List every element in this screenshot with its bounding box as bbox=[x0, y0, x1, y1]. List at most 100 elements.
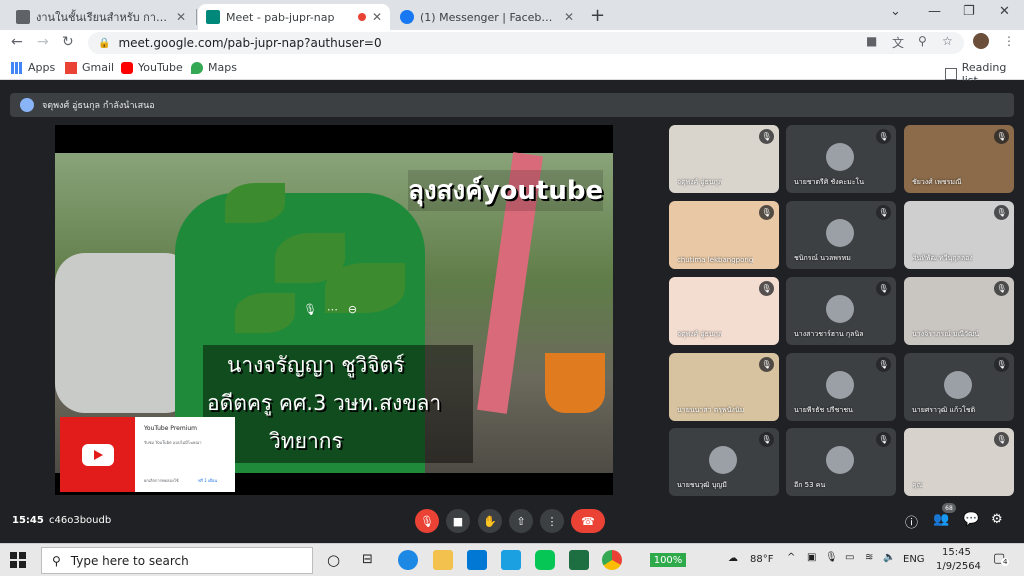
ad-title: YouTube Premium bbox=[144, 425, 198, 432]
close-window-button[interactable]: ✕ bbox=[999, 4, 1010, 19]
profile-avatar[interactable] bbox=[973, 33, 989, 49]
participant-tile[interactable]: 🎙 ชัยวงศ์ เพชรมณี bbox=[904, 125, 1014, 193]
participant-name: นางจิราภรณ์ มณีวัฒน์ bbox=[912, 330, 980, 338]
participant-tile[interactable]: 🎙 นางสาวชาร์ฮาน กุลนิล bbox=[786, 277, 896, 345]
tray-app-icon[interactable]: ▣ bbox=[807, 552, 816, 563]
menu-icon[interactable]: ⋮ bbox=[1003, 34, 1015, 48]
mic-toggle-button[interactable]: 🎙 bbox=[415, 509, 439, 533]
new-tab-button[interactable]: + bbox=[590, 5, 605, 26]
close-icon[interactable]: ✕ bbox=[176, 10, 186, 24]
tab-messenger[interactable]: (1) Messenger | Facebook ✕ bbox=[392, 4, 582, 30]
input-language[interactable]: ENG bbox=[903, 554, 925, 565]
line-icon[interactable] bbox=[535, 550, 555, 570]
address-bar[interactable]: 🔒 meet.google.com/pab-jupr-nap?authuser=… bbox=[88, 32, 964, 54]
meeting-time: 15:45 bbox=[12, 515, 44, 526]
tab-meet[interactable]: Meet - pab-jupr-nap ✕ bbox=[198, 4, 390, 30]
tab-classroom[interactable]: งานในชั้นเรียนสำหรับ การบัญชีร่วมค้า ✕ bbox=[8, 4, 194, 30]
more-icon[interactable]: ⋯ bbox=[327, 303, 338, 316]
participant-tile[interactable]: 🎙 ชนิกรณ์ นวลพรหม bbox=[786, 201, 896, 269]
restore-button[interactable]: ❐ bbox=[963, 4, 975, 19]
translate-icon[interactable]: 文 bbox=[892, 34, 904, 51]
participant-tile[interactable]: 🎙 นายนนาสา ตรุพนังนิม bbox=[669, 353, 779, 421]
participant-tile[interactable]: 🎙 อีก 53 คน bbox=[786, 428, 896, 496]
participant-avatar bbox=[709, 446, 737, 474]
tab-search-icon[interactable]: ⌄ bbox=[890, 4, 901, 19]
meeting-details-icon[interactable]: ⓘ bbox=[905, 512, 918, 531]
file-explorer-icon[interactable] bbox=[433, 550, 453, 570]
volume-icon[interactable]: 🔈 bbox=[883, 552, 895, 563]
participant-tile[interactable]: 🎙 จตุพงศ์ อู่ธนกุล bbox=[669, 277, 779, 345]
close-icon[interactable]: ✕ bbox=[564, 10, 574, 24]
participant-tile[interactable]: 🎙 ศินทิพัฒ ทวีนุกุลลอง bbox=[904, 201, 1014, 269]
bookmark-gmail[interactable]: Gmail bbox=[65, 61, 114, 74]
chrome-icon[interactable] bbox=[602, 550, 622, 570]
participant-name: นายศราวุฒิ แก้วโชติ bbox=[912, 406, 976, 414]
leave-call-button[interactable]: ☎ bbox=[571, 509, 605, 533]
edge-icon[interactable] bbox=[398, 550, 418, 570]
camera-toggle-button[interactable]: ■ bbox=[446, 509, 470, 533]
participant-tile[interactable]: 🎙 นางจิราภรณ์ มณีวัฒน์ bbox=[904, 277, 1014, 345]
search-placeholder: Type here to search bbox=[70, 553, 189, 568]
tray-date[interactable]: 1/9/2564 bbox=[936, 561, 981, 572]
raise-hand-button[interactable]: ✋ bbox=[478, 509, 502, 533]
present-button[interactable]: ⇧ bbox=[509, 509, 533, 533]
hand-icon: ✋ bbox=[483, 514, 497, 528]
participant-name: อีก 53 คน bbox=[794, 481, 826, 489]
gmail-icon bbox=[65, 61, 77, 74]
participant-tile[interactable]: 🎙 นายชาตรีศิ ชังคะมะโน bbox=[786, 125, 896, 193]
youtube-premium-ad[interactable]: YouTube Premium รับชม YouTube แบบไม่มีโฆ… bbox=[60, 417, 235, 492]
chat-icon[interactable]: 💬 bbox=[963, 512, 979, 527]
cortana-icon[interactable]: ○ bbox=[327, 551, 340, 569]
participant-tile[interactable]: 🎙 คุณ bbox=[904, 428, 1014, 496]
temperature[interactable]: 88°F bbox=[750, 554, 773, 565]
bookmark-star-icon[interactable]: ☆ bbox=[942, 34, 953, 48]
meet-stage: จตุพงศ์ อู่ธนกุล กำลังนำเสนอ ลุงสงค์yout… bbox=[0, 81, 1024, 543]
mic-off-icon[interactable]: 🎙 bbox=[303, 303, 317, 316]
participant-tile[interactable]: 🎙 นายชนวุฒิ บุญมี bbox=[669, 428, 779, 496]
meet-icon bbox=[206, 10, 220, 24]
participant-tile[interactable]: 🎙 นายศราวุฒิ แก้วโชติ bbox=[904, 353, 1014, 421]
participant-tile[interactable]: 🎙 จตุพงศ์ อู่ธนกุล bbox=[669, 125, 779, 193]
tray-time[interactable]: 15:45 bbox=[942, 547, 971, 558]
video-pot bbox=[545, 353, 605, 413]
participant-name: นางสาวชาร์ฮาน กุลนิล bbox=[794, 330, 864, 338]
battery-icon[interactable]: ▭ bbox=[845, 552, 854, 563]
bookmark-label: Apps bbox=[28, 61, 56, 74]
tab-divider bbox=[196, 9, 197, 25]
bookmark-maps[interactable]: Maps bbox=[191, 61, 237, 74]
camera-icon[interactable]: ■ bbox=[866, 34, 877, 48]
people-icon[interactable]: 👥 bbox=[933, 512, 949, 527]
reload-icon[interactable]: ↻ bbox=[62, 34, 74, 50]
mail-icon[interactable] bbox=[467, 550, 487, 570]
remove-icon[interactable]: ⊖ bbox=[348, 303, 357, 316]
zoom-indicator: 100% bbox=[650, 553, 686, 567]
ad-secondary-link[interactable]: ยกเลิกการทดลองใช้ bbox=[144, 477, 179, 484]
close-icon[interactable]: ✕ bbox=[372, 10, 382, 24]
tray-chevron-icon[interactable]: ^ bbox=[787, 552, 795, 563]
bookmark-apps[interactable]: Apps bbox=[11, 61, 55, 74]
reading-list-icon bbox=[945, 68, 957, 80]
app-l-icon[interactable] bbox=[501, 550, 521, 570]
activities-icon[interactable]: ⚙ bbox=[991, 512, 1003, 527]
back-icon[interactable]: ← bbox=[11, 34, 23, 50]
participant-tile[interactable]: 🎙 นายพีรธัช ปรีชาชน bbox=[786, 353, 896, 421]
forward-icon[interactable]: → bbox=[37, 34, 49, 50]
wifi-icon[interactable]: ≋ bbox=[865, 552, 873, 563]
excel-icon[interactable] bbox=[569, 550, 589, 570]
minimize-button[interactable]: — bbox=[928, 4, 941, 19]
more-options-button[interactable]: ⋮ bbox=[540, 509, 564, 533]
participant-avatar bbox=[944, 371, 972, 399]
task-view-icon[interactable]: ⊟ bbox=[362, 552, 373, 567]
presentation-video[interactable]: ลุงสงค์youtube 🎙 ⋯ ⊖ นางจรัญญา ชูวิจิตร์… bbox=[55, 125, 613, 495]
presenting-banner: จตุพงศ์ อู่ธนกุล กำลังนำเสนอ bbox=[10, 93, 1014, 117]
microphone-icon[interactable]: 🎙 bbox=[825, 552, 838, 563]
mic-off-icon: 🎙 bbox=[876, 357, 891, 372]
youtube-logo-panel bbox=[60, 417, 135, 492]
ad-primary-link[interactable]: ฟรี 1 เดือน bbox=[198, 477, 217, 484]
taskbar-search[interactable]: ⚲ Type here to search bbox=[41, 547, 313, 574]
participant-tile[interactable]: 🎙 chutima lekbangpong bbox=[669, 201, 779, 269]
zoom-icon[interactable]: ⚲ bbox=[918, 34, 927, 48]
classroom-icon bbox=[16, 10, 30, 24]
bookmark-youtube[interactable]: YouTube bbox=[121, 61, 183, 74]
windows-start-icon[interactable] bbox=[10, 552, 26, 568]
